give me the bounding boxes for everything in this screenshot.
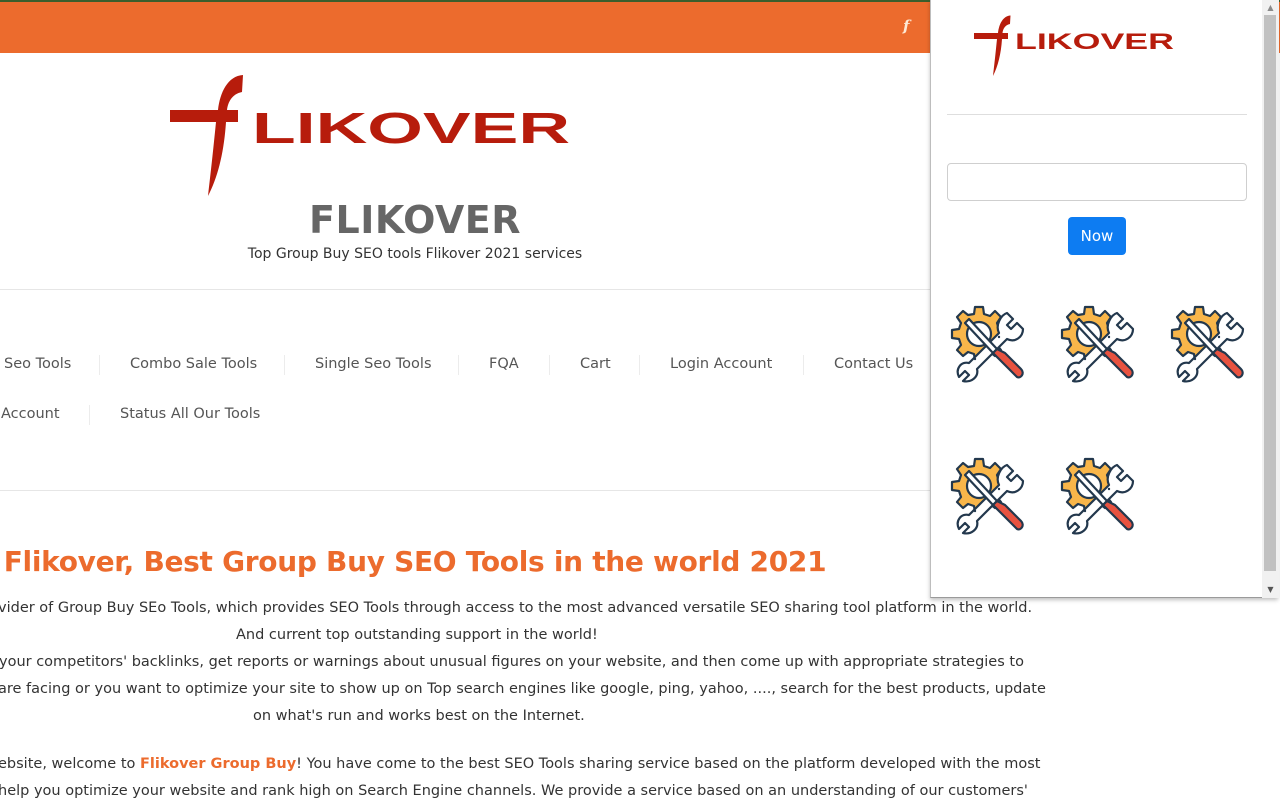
logo-f-glyph: [170, 75, 243, 196]
site-logo[interactable]: LIKOVER: [168, 72, 572, 196]
paragraph-text: ! You have come to the best SEO Tools sh…: [296, 756, 1041, 772]
nav-item-status-all-tools[interactable]: Status All Our Tools: [120, 406, 260, 422]
logo-wordmark: LIKOVER: [1015, 29, 1174, 54]
paragraph-line: ebsite, welcome to Flikover Group Buy! Y…: [0, 756, 1040, 772]
nav-divider: [0, 490, 930, 491]
logo-f-glyph: [974, 15, 1011, 76]
nav-item-fqa[interactable]: FQA: [489, 356, 519, 372]
flikover-group-buy-link[interactable]: Flikover Group Buy: [140, 756, 296, 772]
site-tagline: Top Group Buy SEO tools Flikover 2021 se…: [247, 246, 583, 262]
tools-gear-icon[interactable]: [947, 455, 1027, 535]
nav-item-contact-us[interactable]: Contact Us: [834, 356, 913, 372]
tools-gear-icon[interactable]: [947, 303, 1027, 383]
paragraph-line: your competitors' backlinks, get reports…: [0, 654, 1024, 670]
nav-separator: [99, 355, 100, 375]
nav-separator: [89, 405, 90, 425]
nav-separator: [549, 355, 550, 375]
tools-gear-icon[interactable]: [1057, 303, 1137, 383]
nav-item-account[interactable]: Account: [1, 406, 60, 422]
paragraph-line: And current top outstanding support in t…: [236, 627, 598, 643]
facebook-icon[interactable]: f: [903, 17, 909, 35]
scroll-down-arrow-icon[interactable]: ▼: [1262, 582, 1279, 597]
tools-gear-icon[interactable]: [1057, 455, 1137, 535]
popup-scrollbar[interactable]: ▲ ▼: [1262, 0, 1279, 598]
popup-text-input[interactable]: [947, 163, 1247, 201]
popup-logo: LIKOVER: [974, 15, 1174, 76]
nav-item-cart[interactable]: Cart: [580, 356, 611, 372]
main-headline: Flikover, Best Group Buy SEO Tools in th…: [3, 545, 827, 578]
extension-popup: LIKOVER Now: [930, 0, 1278, 598]
header-divider: [0, 289, 930, 290]
nav-separator: [803, 355, 804, 375]
topbar-text[interactable]: n: [0, 17, 1, 33]
nav-item-login-account[interactable]: Login Account: [670, 356, 772, 372]
site-title: FLIKOVER: [309, 198, 521, 242]
paragraph-text: ebsite, welcome to: [0, 756, 141, 772]
nav-item-single-seo-tools[interactable]: Single Seo Tools: [315, 356, 432, 372]
scroll-thumb[interactable]: [1264, 15, 1276, 571]
paragraph-line: are facing or you want to optimize your …: [0, 681, 1046, 697]
tools-gear-icon[interactable]: [1167, 303, 1247, 383]
paragraph-line: help you optimize your website and rank …: [0, 783, 1028, 799]
paragraph-line: vider of Group Buy SEo Tools, which prov…: [0, 600, 1033, 616]
scroll-up-arrow-icon[interactable]: ▲: [1262, 0, 1279, 15]
nav-separator: [284, 355, 285, 375]
nav-separator: [458, 355, 459, 375]
now-button[interactable]: Now: [1068, 217, 1126, 255]
nav-item-seo-tools[interactable]: Seo Tools: [4, 356, 71, 372]
nav-separator: [639, 355, 640, 375]
popup-divider: [947, 114, 1247, 115]
logo-wordmark: LIKOVER: [252, 104, 570, 153]
paragraph-line: on what's run and works best on the Inte…: [253, 708, 585, 724]
nav-item-combo-sale-tools[interactable]: Combo Sale Tools: [130, 356, 257, 372]
